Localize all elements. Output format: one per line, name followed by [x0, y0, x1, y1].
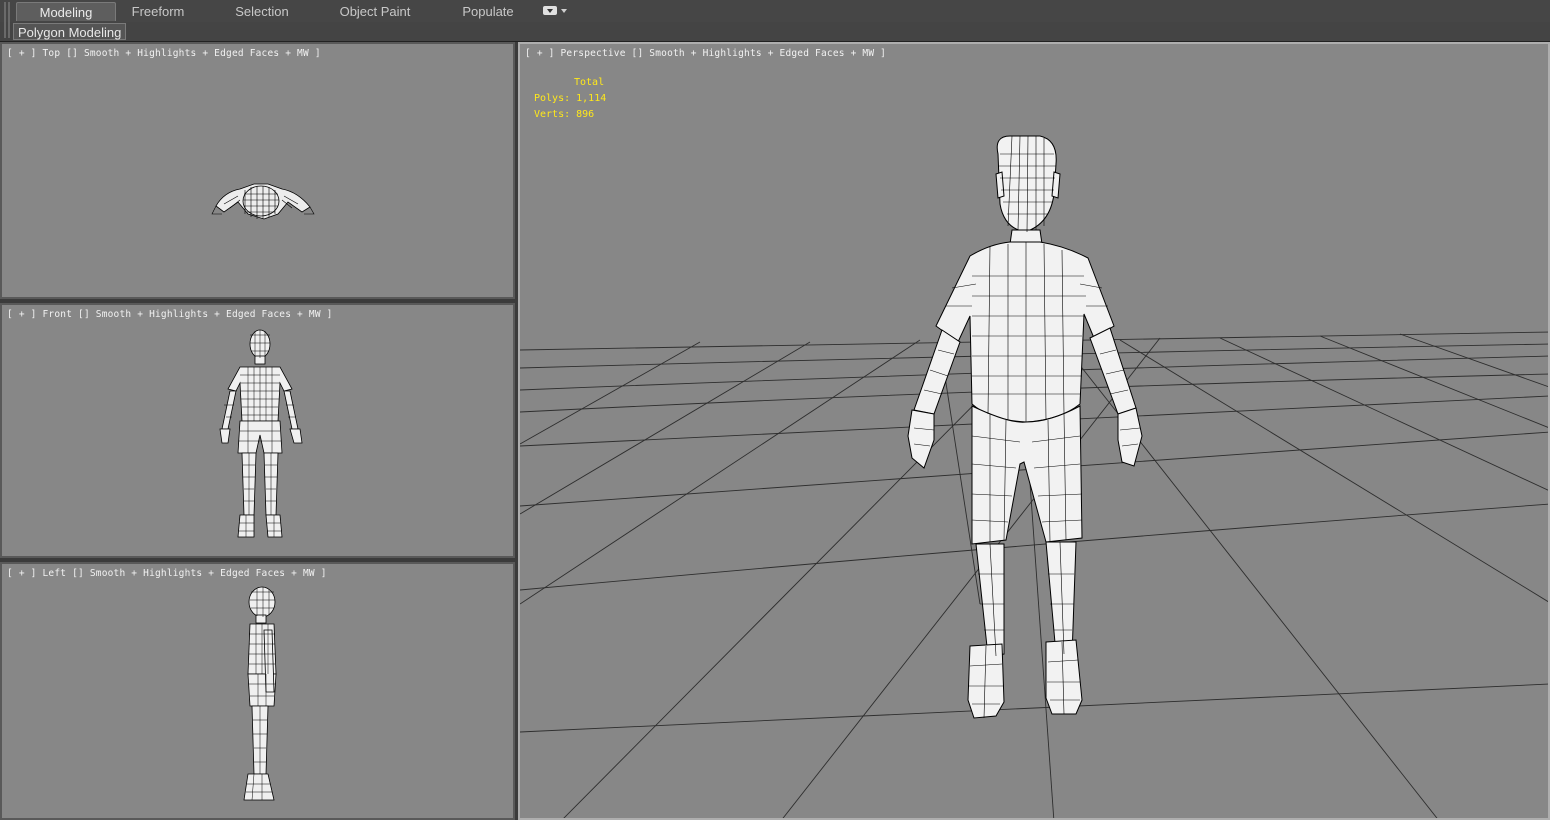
character-mesh [907, 135, 1143, 719]
dropdown-toggle-icon[interactable] [543, 5, 567, 17]
tab-populate[interactable]: Populate [452, 2, 524, 21]
viewport-left-label[interactable]: [ + ] Left [] Smooth + Highlights + Edge… [7, 568, 327, 579]
viewport-top[interactable]: [ + ] Top [] Smooth + Highlights + Edged… [0, 42, 515, 299]
viewport-left[interactable]: [ + ] Left [] Smooth + Highlights + Edge… [0, 562, 515, 820]
viewport-front-label[interactable]: [ + ] Front [] Smooth + Highlights + Edg… [7, 309, 333, 320]
stats-polys: Polys: 1,114 [534, 93, 607, 104]
tab-modeling[interactable]: Modeling [16, 2, 116, 21]
ribbon-grip-handle[interactable] [4, 2, 10, 38]
left-view-mesh [243, 586, 277, 801]
poly-stats-overlay: Total Polys: 1,114 Verts: 896 [534, 75, 606, 123]
viewport-top-label[interactable]: [ + ] Top [] Smooth + Highlights + Edged… [7, 48, 321, 59]
top-view-mesh [211, 183, 315, 220]
tab-object-paint[interactable]: Object Paint [330, 2, 420, 21]
tab-freeform[interactable]: Freeform [122, 2, 194, 21]
perspective-scene [520, 135, 1548, 818]
viewport-front[interactable]: [ + ] Front [] Smooth + Highlights + Edg… [0, 303, 515, 558]
front-view-mesh [219, 329, 303, 538]
ribbon-tab-bar: Modeling Freeform Selection Object Paint… [0, 0, 1550, 23]
polygon-modeling-button[interactable]: Polygon Modeling [13, 23, 127, 40]
viewport-perspective-label[interactable]: [ + ] Perspective [] Smooth + Highlights… [525, 48, 886, 59]
tab-selection[interactable]: Selection [222, 2, 302, 21]
viewport-perspective[interactable]: [ + ] Perspective [] Smooth + Highlights… [518, 42, 1550, 820]
stats-verts: Verts: 896 [534, 109, 595, 120]
stats-header: Total [574, 77, 605, 88]
ribbon-panel-row: Polygon Modeling [0, 22, 1550, 42]
